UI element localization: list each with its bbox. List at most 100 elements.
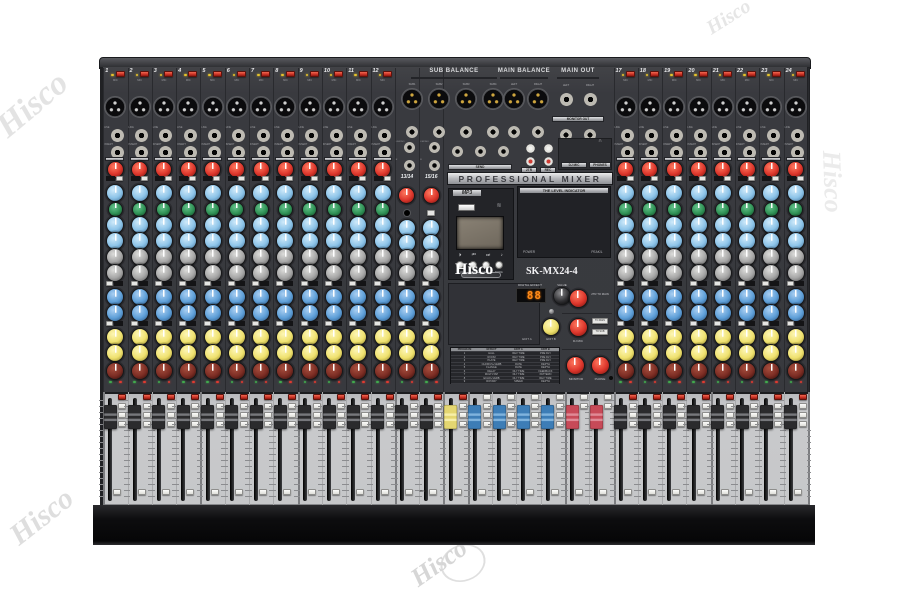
- fader-cap[interactable]: [323, 405, 336, 429]
- pan-knob[interactable]: [302, 363, 318, 379]
- phantom-48v-button[interactable]: [772, 71, 781, 77]
- sub2-assign-knob[interactable]: [132, 345, 148, 361]
- eq-low-knob[interactable]: [788, 233, 804, 249]
- phantom-48v-button[interactable]: [650, 71, 659, 77]
- aux2-send-knob[interactable]: [642, 265, 658, 281]
- eq-mid-knob[interactable]: [375, 217, 391, 233]
- pfl-button[interactable]: [422, 321, 429, 326]
- fader-cap[interactable]: [638, 405, 651, 429]
- pan-knob[interactable]: [715, 363, 731, 379]
- gain-knob[interactable]: [351, 162, 366, 177]
- low-cut-button[interactable]: [359, 176, 366, 181]
- pre-button[interactable]: [398, 281, 405, 286]
- eff1-send-knob[interactable]: [132, 289, 148, 305]
- pfl-button[interactable]: [179, 321, 186, 326]
- phantom-48v-button[interactable]: [796, 71, 805, 77]
- sub1-assign-knob[interactable]: [156, 329, 172, 345]
- phantom-48v-button[interactable]: [116, 71, 125, 77]
- pre-button[interactable]: [762, 281, 769, 286]
- low-cut-button[interactable]: [238, 176, 245, 181]
- pan-knob[interactable]: [642, 363, 658, 379]
- pan-knob[interactable]: [205, 363, 221, 379]
- fader-cap[interactable]: [250, 405, 263, 429]
- eff1-send-knob[interactable]: [375, 289, 391, 305]
- eq-mid-freq-knob[interactable]: [206, 203, 219, 216]
- fader-assign-button[interactable]: [799, 412, 807, 418]
- fader-bottom-button[interactable]: [599, 489, 607, 495]
- fader-cap[interactable]: [687, 405, 700, 429]
- fader-bottom-button[interactable]: [526, 489, 534, 495]
- fader-cap[interactable]: [493, 405, 506, 429]
- fader-bottom-button[interactable]: [794, 489, 802, 495]
- sub2-assign-knob[interactable]: [788, 345, 804, 361]
- phantom-48v-button[interactable]: [723, 71, 732, 77]
- eff1-send-knob[interactable]: [788, 289, 804, 305]
- fader-cap[interactable]: [541, 405, 554, 429]
- phantom-48v-button[interactable]: [747, 71, 756, 77]
- gain-knob[interactable]: [375, 162, 390, 177]
- pre-button[interactable]: [179, 281, 186, 286]
- pre-button[interactable]: [155, 281, 162, 286]
- pfl-button[interactable]: [690, 321, 697, 326]
- usb-port[interactable]: [458, 204, 475, 211]
- pan-knob[interactable]: [399, 363, 415, 379]
- low-cut-button[interactable]: [335, 176, 342, 181]
- fader-cap[interactable]: [711, 405, 724, 429]
- fader-cap[interactable]: [614, 405, 627, 429]
- fader-cap[interactable]: [663, 405, 676, 429]
- gain-knob[interactable]: [229, 162, 244, 177]
- sub1-assign-knob[interactable]: [229, 329, 245, 345]
- fader-cap[interactable]: [444, 405, 457, 429]
- eq-high-knob[interactable]: [375, 185, 391, 201]
- gain-knob[interactable]: [108, 162, 123, 177]
- fader-bottom-button[interactable]: [697, 489, 705, 495]
- aux2-send-knob[interactable]: [326, 265, 342, 281]
- aux1-send-knob[interactable]: [618, 249, 634, 265]
- pan-knob[interactable]: [375, 363, 391, 379]
- gain-knob[interactable]: [788, 162, 803, 177]
- eq-mid-freq-knob[interactable]: [255, 203, 268, 216]
- eq-high-knob[interactable]: [229, 185, 245, 201]
- gain-knob[interactable]: [327, 162, 342, 177]
- eff2-send-knob[interactable]: [399, 305, 415, 321]
- pan-knob[interactable]: [788, 363, 804, 379]
- pfl-button[interactable]: [252, 321, 259, 326]
- eq-mid-freq-knob[interactable]: [109, 203, 122, 216]
- pfl-button[interactable]: [641, 321, 648, 326]
- eq-mid-freq-knob[interactable]: [182, 203, 195, 216]
- eff2-send-knob[interactable]: [642, 305, 658, 321]
- aux1-send-knob[interactable]: [302, 249, 318, 265]
- eq-high-knob[interactable]: [399, 220, 415, 236]
- gain-knob[interactable]: [132, 162, 147, 177]
- eff2-send-knob[interactable]: [132, 305, 148, 321]
- gain-knob[interactable]: [715, 162, 730, 177]
- phantom-48v-button[interactable]: [699, 71, 708, 77]
- pfl-button[interactable]: [787, 321, 794, 326]
- phantom-48v-button[interactable]: [310, 71, 319, 77]
- low-cut-button[interactable]: [797, 176, 804, 181]
- gain-knob[interactable]: [424, 188, 439, 203]
- fader-bottom-button[interactable]: [769, 489, 777, 495]
- pre-button[interactable]: [204, 281, 211, 286]
- eq-mid-freq-knob[interactable]: [619, 203, 632, 216]
- pre-button[interactable]: [422, 281, 429, 286]
- eq-mid-freq-knob[interactable]: [328, 203, 341, 216]
- eff1-send-knob[interactable]: [205, 289, 221, 305]
- fader-bottom-button[interactable]: [745, 489, 753, 495]
- sub1-assign-knob[interactable]: [132, 329, 148, 345]
- pre-button[interactable]: [301, 281, 308, 286]
- aux2-send-knob[interactable]: [691, 265, 707, 281]
- eq-mid-freq-knob[interactable]: [692, 203, 705, 216]
- sub1-assign-knob[interactable]: [788, 329, 804, 345]
- phantom-48v-button[interactable]: [359, 71, 368, 77]
- dj-mic-level-knob[interactable]: [570, 319, 587, 336]
- eq-low-knob[interactable]: [375, 233, 391, 249]
- low-cut-button[interactable]: [262, 176, 269, 181]
- eq-high-knob[interactable]: [326, 185, 342, 201]
- fader-assign-button[interactable]: [799, 403, 807, 409]
- pre-button[interactable]: [276, 281, 283, 286]
- gain-knob[interactable]: [764, 162, 779, 177]
- pan-knob[interactable]: [229, 363, 245, 379]
- mp3-mode-button[interactable]: [495, 261, 503, 269]
- eff1-send-knob[interactable]: [229, 289, 245, 305]
